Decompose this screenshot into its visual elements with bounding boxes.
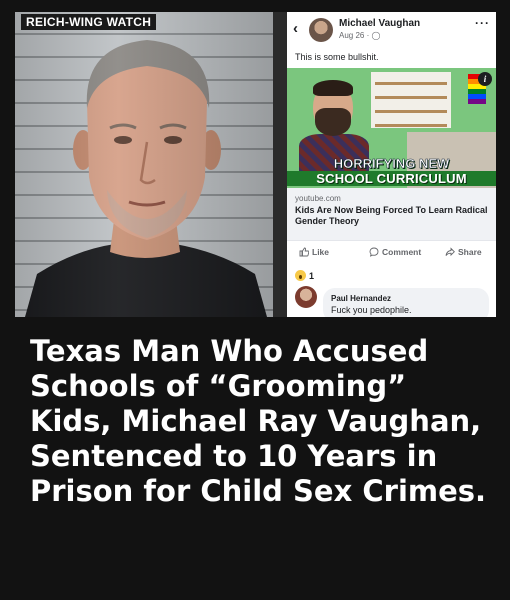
link-title: Kids Are Now Being Forced To Learn Radic… <box>295 205 488 226</box>
watermark-label: REICH-WING WATCH <box>21 14 157 30</box>
headline: Texas Man Who Accused Schools of “Groomi… <box>30 334 487 508</box>
video-thumbnail[interactable]: i HORRIFYING NEW SCHOOL CURRICULUM <box>287 68 496 188</box>
post-author-name[interactable]: Michael Vaughan <box>339 18 420 29</box>
wow-reaction-icon <box>295 270 306 281</box>
news-card: REICH-WING WATCH ‹ Michael Vaughan Aug 2… <box>0 0 510 600</box>
thumbnail-caption-line2: SCHOOL CURRICULUM <box>287 171 496 186</box>
link-preview[interactable]: youtube.com Kids Are Now Being Forced To… <box>287 188 496 240</box>
comment-label: Comment <box>382 247 422 257</box>
facebook-post-screenshot: ‹ Michael Vaughan Aug 26 · ◯ ··· This is… <box>287 12 496 317</box>
like-label: Like <box>312 247 330 257</box>
thumbnail-caption-line1: HORRIFYING NEW <box>333 156 450 172</box>
photo-shading <box>15 12 273 317</box>
presenter-figure <box>299 78 369 174</box>
post-header: ‹ Michael Vaughan Aug 26 · ◯ ··· <box>287 12 496 52</box>
reaction-count: 1 <box>309 270 315 281</box>
share-button[interactable]: Share <box>445 247 482 257</box>
share-label: Share <box>458 247 482 257</box>
back-arrow-icon[interactable]: ‹ <box>293 20 298 37</box>
mugshot-photo: REICH-WING WATCH <box>15 12 273 317</box>
comment-button[interactable]: Comment <box>369 247 421 257</box>
like-icon <box>299 247 309 257</box>
post-actions-bar: Like Comment Share <box>287 240 496 264</box>
post-text: This is some bullshit. <box>295 52 379 62</box>
info-icon[interactable]: i <box>478 72 492 86</box>
share-icon <box>445 247 455 257</box>
reaction-summary[interactable]: 1 <box>295 270 314 281</box>
more-dots-icon[interactable]: ··· <box>475 16 490 30</box>
globe-icon: ◯ <box>371 31 381 40</box>
composite-image: REICH-WING WATCH ‹ Michael Vaughan Aug 2… <box>15 12 496 317</box>
post-date: Aug 26 · <box>339 31 372 40</box>
commenter-avatar[interactable] <box>295 286 317 308</box>
comment-icon <box>369 247 379 257</box>
comment-author[interactable]: Paul Hernandez <box>331 294 391 303</box>
like-button[interactable]: Like <box>299 247 329 257</box>
post-meta: Aug 26 · ◯ <box>339 31 380 40</box>
comment-text: Fuck you pedophile. <box>331 305 412 315</box>
link-domain: youtube.com <box>295 194 341 203</box>
bookshelf-graphic <box>371 72 451 128</box>
author-avatar[interactable] <box>309 18 333 42</box>
